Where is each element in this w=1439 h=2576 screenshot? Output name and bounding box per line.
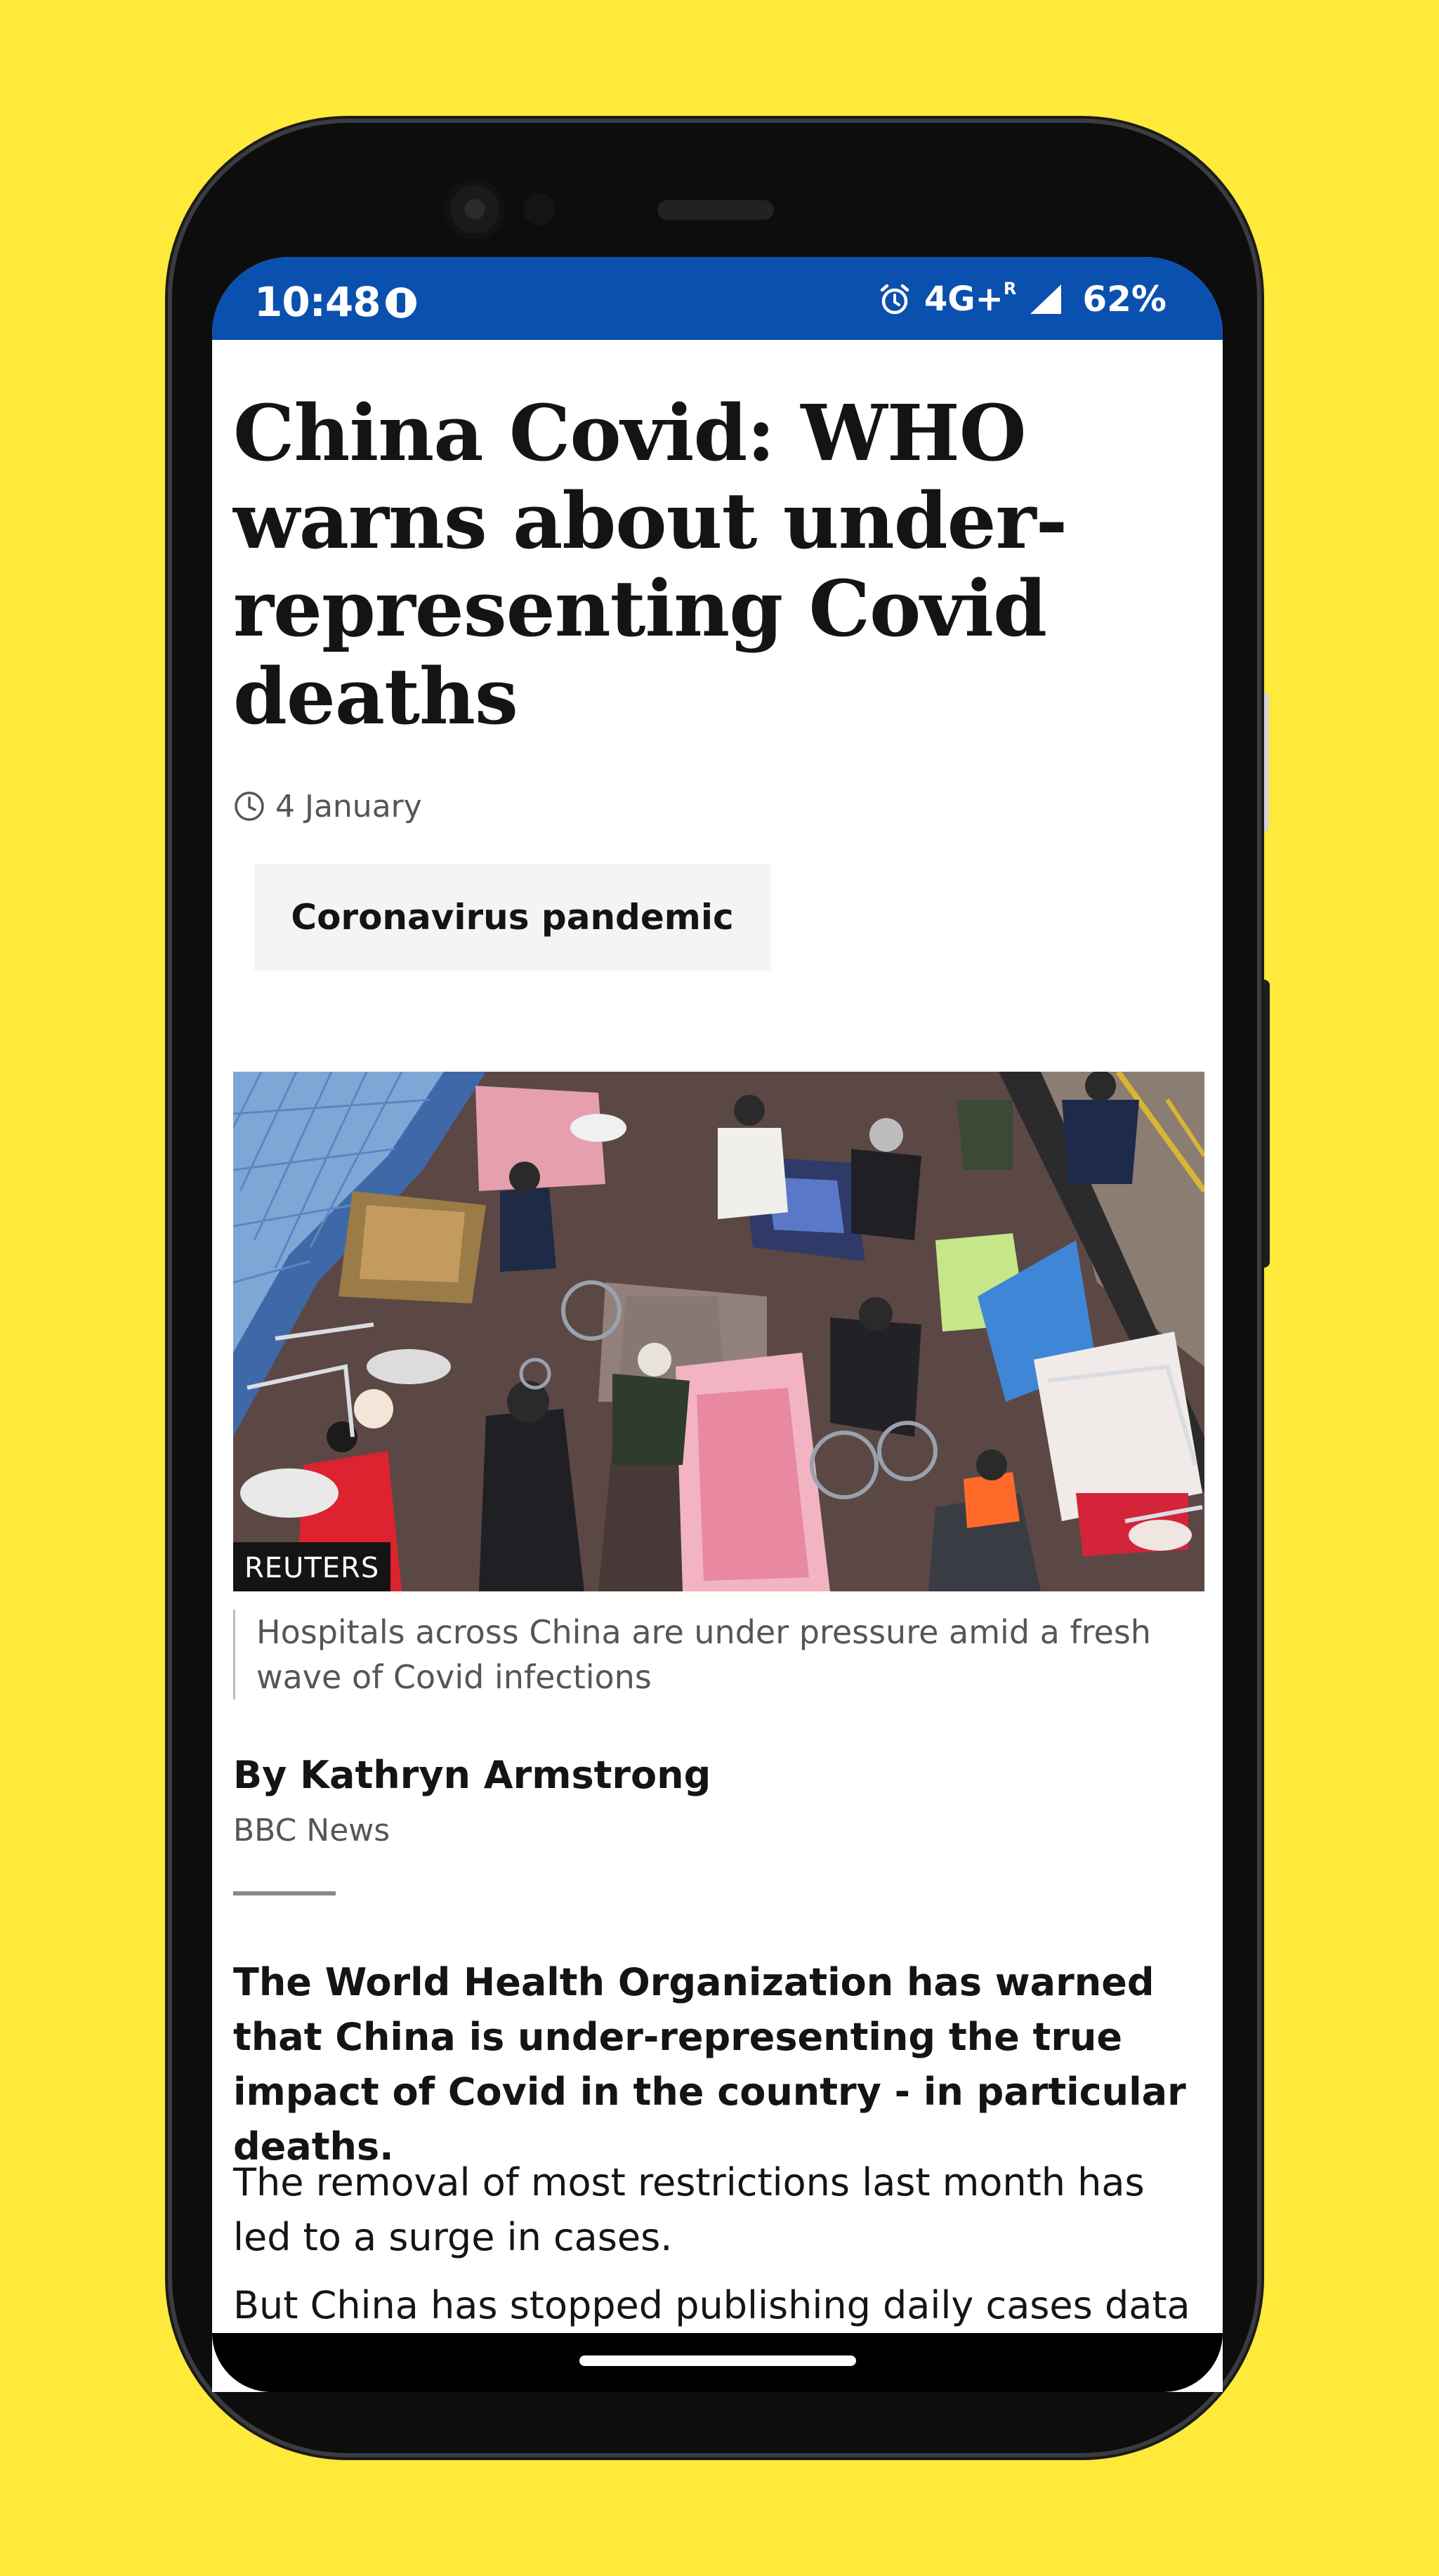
byline-organisation: BBC News [233, 1813, 390, 1848]
status-bar: 10:48 4G+R 62% [212, 257, 1223, 340]
network-type: 4G+R [924, 279, 1017, 319]
proximity-sensor [523, 193, 556, 225]
screen: 10:48 4G+R 62% China Covid: WHO warns ab… [212, 257, 1223, 2392]
article-date-row: 4 January [233, 785, 422, 827]
status-time: 10:48 [254, 278, 381, 326]
hospital-photo [233, 1072, 1204, 1591]
image-caption: Hospitals across China are under pressur… [233, 1610, 1204, 1700]
earpiece-speaker [657, 200, 774, 220]
data-saver-icon [386, 287, 416, 318]
byline-author: By Kathryn Armstrong [233, 1753, 711, 1797]
status-right-group: 4G+R 62% [876, 278, 1167, 320]
alarm-icon [880, 284, 909, 315]
signal-icon [1030, 284, 1062, 314]
byline-divider [233, 1891, 336, 1895]
topic-tag-button[interactable]: Coronavirus pandemic [254, 864, 770, 971]
hero-image: REUTERS [233, 1072, 1204, 1591]
clock-icon [235, 791, 264, 821]
volume-button [1259, 692, 1269, 832]
home-gesture-handle[interactable] [579, 2355, 856, 2366]
article-headline: China Covid: WHO warns about under-repre… [233, 388, 1067, 742]
article-date: 4 January [275, 788, 422, 824]
article-paragraph: The removal of most restrictions last mo… [233, 2160, 1145, 2259]
power-button [1259, 980, 1270, 1268]
article-paragraph: But China has stopped publishing daily c… [233, 2283, 1190, 2327]
image-credit: REUTERS [233, 1542, 391, 1591]
navigation-bar [212, 2333, 1223, 2392]
front-camera [445, 179, 505, 239]
battery-percent: 62% [1082, 279, 1167, 320]
article-intro: The World Health Organization has warned… [233, 1960, 1186, 2169]
roaming-indicator: R [1003, 279, 1017, 298]
